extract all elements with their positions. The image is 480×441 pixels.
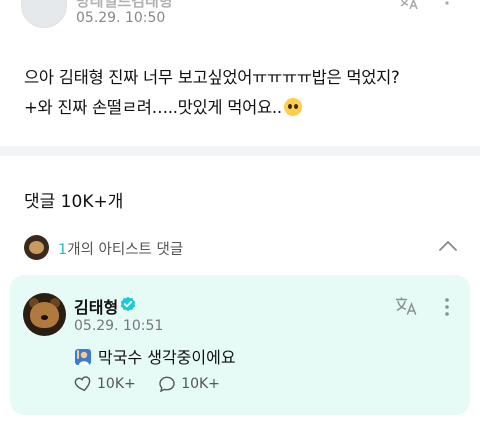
comment-text-body: 막국수 생각중이에요 (98, 348, 236, 367)
artist-mini-avatar (24, 235, 49, 260)
artist-comments-count: 1 (58, 242, 68, 258)
post-header: 방레일르김태형 05.29. 10:50 (0, 0, 480, 32)
comment-author-avatar[interactable] (23, 293, 66, 336)
like-icon (74, 376, 91, 392)
artist-comments-toggle[interactable]: 1개의 아티스트 댓글 (0, 228, 480, 268)
artist-comment-card: 김태형 05.29. 10:51 막국수 생각중이에요 10K+ 10K+ (10, 275, 470, 415)
post-date: 05.29. 10:50 (76, 10, 166, 26)
comment-text: 막국수 생각중이에요 (74, 344, 236, 368)
translate-icon[interactable] (398, 0, 418, 10)
comment-author-name[interactable]: 김태형 (74, 294, 118, 318)
like-count: 10K+ (97, 376, 136, 392)
person-raising-hand-emoji (75, 349, 91, 365)
translate-icon[interactable] (395, 297, 417, 315)
post-text-line-1: 으아 김태형 진짜 너무 보고싶었어ㅠㅠㅠㅠ밥은 먹었지? (24, 68, 400, 87)
like-button[interactable]: 10K+ (74, 375, 136, 393)
comment-reactions: 10K+ 10K+ (74, 375, 238, 395)
reply-button[interactable]: 10K+ (158, 375, 220, 393)
more-options-icon[interactable] (441, 297, 453, 317)
reply-count: 10K+ (181, 376, 220, 392)
artist-comments-suffix: 개의 아티스트 댓글 (67, 242, 184, 258)
comment-count-label: 댓글 10K+개 (24, 192, 124, 212)
verified-badge-icon (120, 296, 136, 312)
reply-bubble-icon (159, 376, 175, 393)
more-options-icon[interactable] (440, 0, 454, 10)
pleading-face-emoji (283, 98, 302, 116)
section-divider (0, 146, 480, 156)
comment-date: 05.29. 10:51 (74, 318, 164, 334)
post-text-line-2-text: +와 진짜 손떨ㄹ려…..맛있게 먹어요.. (24, 98, 282, 117)
post-text-line-2: +와 진짜 손떨ㄹ려…..맛있게 먹어요.. (24, 94, 302, 118)
post-author-avatar[interactable] (21, 0, 67, 28)
chevron-up-icon[interactable] (437, 239, 459, 253)
screen: 방레일르김태형 05.29. 10:50 으아 김태형 진짜 너무 보고싶었어ㅠ… (0, 0, 480, 441)
artist-comments-label: 1개의 아티스트 댓글 (58, 238, 183, 259)
